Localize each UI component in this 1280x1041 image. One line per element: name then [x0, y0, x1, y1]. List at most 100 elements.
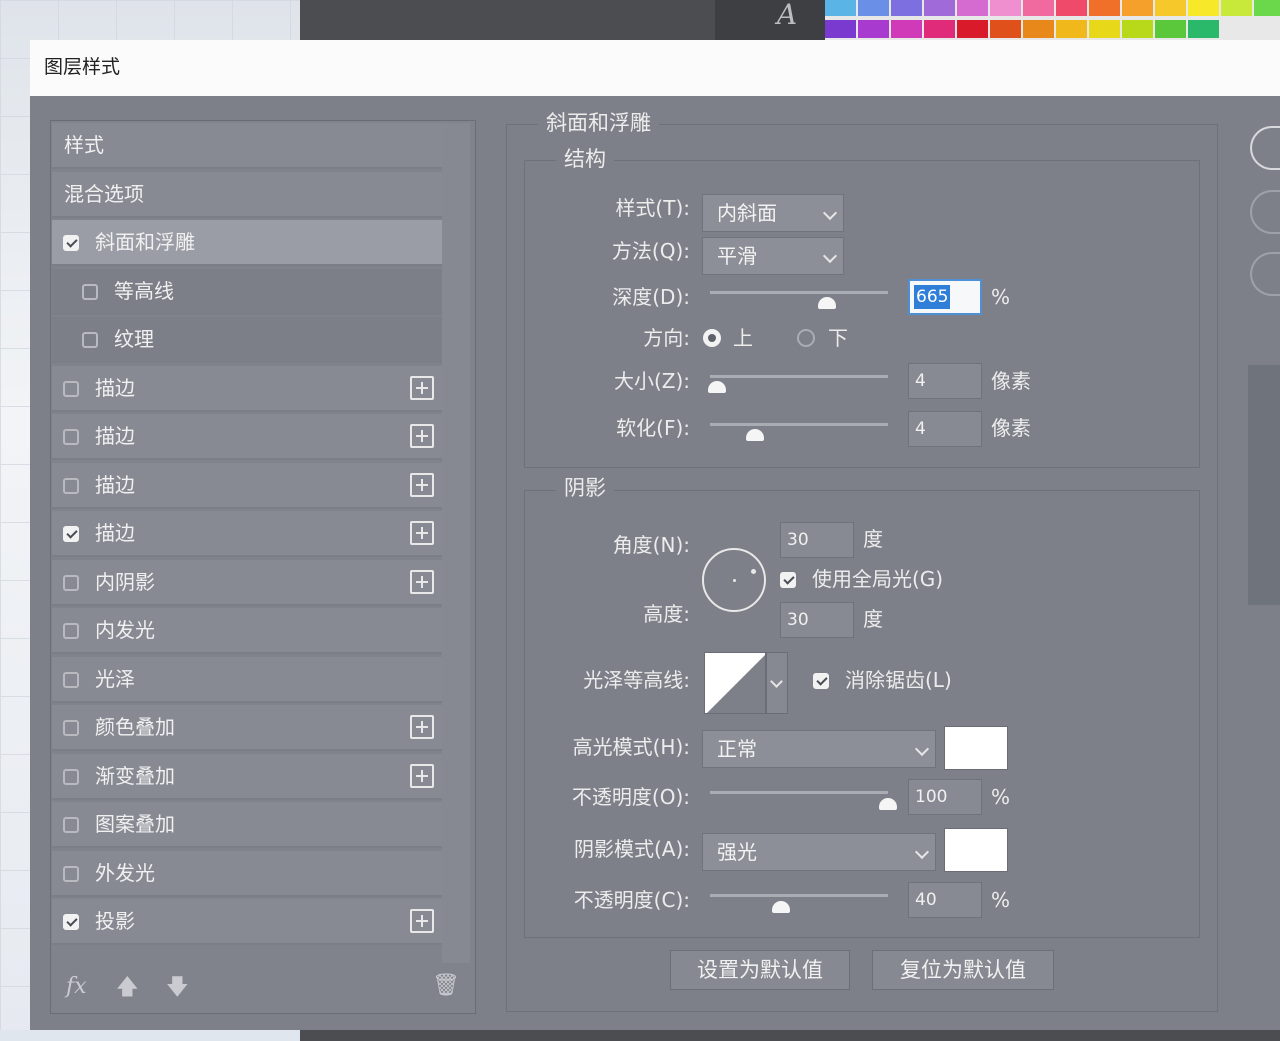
style-checkbox[interactable] [63, 914, 79, 930]
color-swatch[interactable] [1221, 0, 1252, 16]
dialog-titlebar[interactable]: 图层样式 [30, 40, 1280, 96]
color-swatch[interactable] [1056, 0, 1087, 16]
add-effect-icon[interactable] [410, 715, 434, 739]
highlight-mode-select[interactable]: 正常 [702, 730, 936, 768]
style-checkbox[interactable] [63, 429, 79, 445]
color-swatch[interactable] [924, 0, 955, 16]
style-checkbox[interactable] [63, 720, 79, 736]
highlight-opacity-track[interactable] [710, 791, 888, 794]
style-checkbox[interactable] [63, 380, 79, 397]
color-swatch[interactable] [990, 20, 1021, 38]
style-checkbox[interactable] [63, 768, 79, 785]
soften-slider-track[interactable] [710, 423, 888, 426]
style-list-item[interactable]: 描边 [52, 414, 442, 460]
make-default-button[interactable]: 设置为默认值 [670, 950, 850, 990]
soften-input[interactable]: 4 [908, 411, 982, 447]
direction-up-radio[interactable] [703, 329, 721, 347]
highlight-color-swatch[interactable] [944, 726, 1008, 770]
style-list-item[interactable]: 光泽 [52, 656, 442, 703]
direction-down-radio[interactable] [797, 329, 815, 347]
style-list-item[interactable]: 图案叠加 [52, 802, 442, 848]
dial-handle[interactable] [751, 569, 756, 574]
gloss-contour-preview[interactable] [704, 652, 766, 714]
anti-aliased-checkbox[interactable] [813, 673, 829, 689]
style-checkbox[interactable] [63, 865, 79, 882]
style-list-item[interactable]: 混合选项 [52, 171, 442, 218]
style-checkbox[interactable] [63, 623, 79, 639]
style-checkbox[interactable] [82, 283, 98, 300]
angle-input[interactable]: 30 [780, 522, 854, 558]
technique-select[interactable]: 平滑 [702, 237, 844, 275]
fx-button[interactable]: fx [66, 975, 87, 999]
shadow-opacity-track[interactable] [710, 894, 888, 897]
style-list-item[interactable]: 内阴影 [52, 559, 442, 606]
color-swatch[interactable] [1023, 0, 1054, 16]
cancel-button[interactable] [1250, 190, 1280, 234]
color-swatch[interactable] [1089, 0, 1120, 16]
new-style-button[interactable] [1250, 252, 1280, 296]
color-swatch[interactable] [1155, 20, 1186, 38]
style-list-item[interactable]: 样式 [52, 123, 442, 169]
color-swatch[interactable] [1254, 0, 1280, 16]
color-swatch[interactable] [1188, 20, 1219, 38]
style-select[interactable]: 内斜面 [702, 194, 844, 232]
color-swatch[interactable] [891, 0, 922, 16]
arrow-up-icon[interactable]: 🡅 [116, 976, 139, 1000]
altitude-input[interactable]: 30 [780, 602, 854, 638]
gloss-contour-dropdown[interactable] [766, 652, 788, 714]
style-list-item[interactable]: 描边 [52, 365, 442, 412]
swatches-panel[interactable] [825, 0, 1280, 40]
style-list-item[interactable]: 投影 [52, 899, 442, 945]
add-effect-icon[interactable] [410, 763, 434, 788]
color-swatch[interactable] [1056, 20, 1087, 38]
highlight-opacity-input[interactable]: 100 [908, 779, 982, 815]
color-swatch[interactable] [858, 20, 889, 38]
style-checkbox[interactable] [63, 235, 79, 251]
color-swatch[interactable] [825, 20, 856, 38]
color-swatch[interactable] [1089, 20, 1120, 38]
color-swatch[interactable] [1188, 0, 1219, 16]
color-swatch[interactable] [1122, 20, 1153, 38]
color-swatch[interactable] [1155, 0, 1186, 16]
color-swatch[interactable] [990, 0, 1021, 16]
arrow-down-icon[interactable]: 🡇 [166, 976, 189, 1000]
add-effect-icon[interactable] [410, 424, 434, 448]
trash-icon[interactable]: 🗑 [432, 974, 460, 998]
shadow-mode-select[interactable]: 强光 [702, 833, 936, 871]
style-list-item[interactable]: 内发光 [52, 608, 442, 654]
shadow-opacity-input[interactable]: 40 [908, 882, 982, 918]
color-swatch[interactable] [858, 0, 889, 16]
color-swatch[interactable] [825, 0, 856, 16]
color-swatch[interactable] [1023, 20, 1054, 38]
style-checkbox[interactable] [63, 817, 79, 833]
angle-dial[interactable] [702, 548, 766, 612]
color-swatch[interactable] [957, 20, 988, 38]
style-checkbox[interactable] [82, 332, 98, 348]
add-effect-icon[interactable] [410, 375, 434, 400]
shadow-color-swatch[interactable] [944, 828, 1008, 872]
add-effect-icon[interactable] [410, 472, 434, 497]
style-list-item[interactable]: 描边 [52, 511, 442, 557]
style-checkbox[interactable] [63, 526, 79, 542]
style-list-item[interactable]: 外发光 [52, 850, 442, 897]
style-checkbox[interactable] [63, 477, 79, 494]
type-tool-icon[interactable]: A [770, 0, 804, 30]
style-checkbox[interactable] [63, 574, 79, 591]
size-slider-track[interactable] [710, 375, 888, 378]
add-effect-icon[interactable] [410, 569, 434, 594]
depth-input[interactable]: 665 [908, 279, 982, 315]
add-effect-icon[interactable] [410, 909, 434, 933]
style-list-item[interactable]: 斜面和浮雕 [52, 220, 442, 266]
depth-slider-track[interactable] [710, 291, 888, 294]
style-list-item[interactable]: 纹理 [52, 317, 442, 363]
style-list-item[interactable]: 等高线 [52, 268, 442, 315]
style-list-item[interactable]: 颜色叠加 [52, 705, 442, 751]
color-swatch[interactable] [924, 20, 955, 38]
color-swatch[interactable] [957, 0, 988, 16]
style-checkbox[interactable] [63, 671, 79, 688]
style-list-item[interactable]: 渐变叠加 [52, 753, 442, 800]
size-input[interactable]: 4 [908, 363, 982, 399]
color-swatch[interactable] [1122, 0, 1153, 16]
ok-button[interactable] [1250, 126, 1280, 170]
styles-list-scrollbar[interactable] [442, 123, 470, 963]
